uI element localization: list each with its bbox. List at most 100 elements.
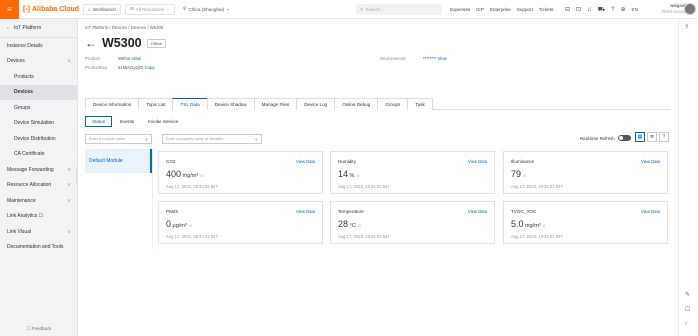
sidebar-item-groups[interactable]: Groups: [0, 100, 77, 116]
view-data-link[interactable]: View Data: [641, 209, 660, 214]
top-links: Expenses ICP Enterprise Support Tickets: [450, 0, 553, 19]
sidebar-item-products[interactable]: Products: [0, 69, 77, 85]
sidebar-item-instance-details[interactable]: Instance Details: [0, 38, 77, 54]
sidebar-item-label: Documentation and Tools: [7, 244, 64, 251]
sidebar-item-label: CA Certificate: [14, 151, 45, 158]
tab-online-debug[interactable]: Online Debug: [334, 98, 379, 110]
brand-logo[interactable]: [-] Alibaba Cloud: [23, 6, 83, 13]
sidebar-item-label: Products: [14, 73, 34, 80]
sidebar-item-link-analytics[interactable]: Link Analytics ☐: [0, 209, 77, 225]
avatar[interactable]: [684, 3, 696, 15]
edit-icon[interactable]: ✎: [685, 291, 690, 298]
alibaba-cloud-logo-icon: [-]: [23, 5, 30, 13]
help-circle-icon[interactable]: ?: [685, 25, 688, 31]
message-icon[interactable]: ⊡: [576, 6, 581, 13]
tab-manage-files[interactable]: Manage Files: [253, 98, 298, 110]
view-data-link[interactable]: View Data: [641, 159, 660, 164]
question-icon: ⊙: [542, 223, 546, 228]
tab-bar: Device Information Topic List TSL Data D…: [85, 98, 671, 110]
bell-icon[interactable]: ♫: [587, 7, 592, 13]
productkey-info: ProductKey a1MjKGyQiO Copy: [85, 65, 155, 70]
feedback-link[interactable]: ☐ Feedback: [0, 326, 78, 332]
region-select[interactable]: ⚲ China (Shanghai) ⌄: [179, 4, 234, 15]
icp-link[interactable]: ICP: [476, 7, 484, 12]
product-view-link[interactable]: View: [132, 56, 141, 61]
tab-device-log[interactable]: Device Log: [296, 98, 336, 110]
sidebar-item-device-distribution[interactable]: Device Distribution: [0, 131, 77, 147]
sidebar-item-devices-group[interactable]: Devices ∧: [0, 54, 77, 70]
search-icon: ⚲: [145, 137, 148, 142]
property-card-illuminance: Illuminance View Data 79 ⊙ Aug 17, 2023, …: [503, 151, 668, 194]
sidebar-item-label: Device Simulation: [14, 120, 55, 127]
tab-topic-list[interactable]: Topic List: [138, 98, 174, 110]
tab-device-shadow[interactable]: Device Shadow: [206, 98, 255, 110]
chevron-right-icon[interactable]: ›: [685, 321, 687, 327]
subtab-invoke-service[interactable]: Invoke Service: [142, 116, 184, 127]
tab-task[interactable]: Task: [407, 98, 433, 110]
sidebar-item-label: Resource Allocation: [7, 182, 52, 189]
terminal-icon[interactable]: ⊟: [565, 6, 570, 13]
chat-icon[interactable]: ☐: [685, 306, 690, 313]
view-data-link[interactable]: View Data: [468, 209, 487, 214]
sidebar-item-documentation-tools[interactable]: Documentation and Tools: [0, 240, 77, 256]
property-name: Humidity: [338, 159, 356, 164]
resource-group-select[interactable]: ⊞ All Resources ⌄: [124, 3, 175, 15]
global-search-input[interactable]: ⚲ Search...: [356, 4, 442, 15]
tab-device-information[interactable]: Device Information: [85, 98, 140, 110]
list-view-icon[interactable]: ≣: [647, 132, 657, 142]
view-data-link[interactable]: View Data: [296, 209, 315, 214]
grid-view-icon[interactable]: ▦: [635, 132, 645, 142]
property-timestamp: Aug 17, 2023, 19:34:02.847: [166, 184, 218, 189]
top-icons: ⊟ ⊡ ♫ ⛟ ? ⊕ EN: [565, 0, 638, 19]
sidebar-back-label: IoT Platform: [14, 25, 42, 31]
view-switch: ▦ ≣ ?: [635, 132, 669, 142]
product-value: W5hot: [118, 56, 131, 61]
sidebar-item-link-visual[interactable]: Link Visual ∨: [0, 224, 77, 240]
menu-icon[interactable]: ≡: [0, 0, 19, 19]
realtime-refresh-toggle[interactable]: [617, 135, 631, 141]
tab-tsl-data[interactable]: TSL Data: [172, 98, 208, 110]
devicesecret-view-link[interactable]: View: [438, 56, 447, 61]
support-link[interactable]: Support: [517, 7, 533, 12]
module-search-input[interactable]: Enter a module name ⚲: [85, 134, 152, 144]
view-data-link[interactable]: View Data: [468, 159, 487, 164]
globe-icon[interactable]: ⊕: [620, 6, 625, 13]
property-value: 79 ⊙: [511, 169, 526, 179]
module-item-default[interactable]: Default Module: [85, 149, 152, 173]
chevron-down-icon: ∨: [67, 197, 71, 204]
module-divider: [152, 149, 153, 249]
subtab-status[interactable]: Status: [85, 116, 113, 127]
breadcrumb[interactable]: IoT Platform / Devices / Devices / W5300: [85, 25, 163, 30]
subtab-events[interactable]: Events: [114, 116, 140, 127]
question-icon: ⊙: [356, 173, 360, 178]
productkey-copy-link[interactable]: Copy: [145, 65, 155, 70]
chevron-up-icon: ∧: [67, 58, 71, 65]
property-search-input[interactable]: Enter a property name or identifier ⚲: [162, 134, 262, 144]
region-label: China (Shanghai): [188, 6, 225, 12]
back-arrow-icon[interactable]: ←: [85, 36, 97, 50]
property-name: CO2: [166, 159, 176, 164]
sidebar: ← IoT Platform Instance Details Devices ∧ …: [0, 19, 78, 336]
cart-icon[interactable]: ⛟: [598, 6, 606, 14]
realtime-refresh: Real-time Refresh: [580, 135, 631, 141]
sidebar-item-message-forwarding[interactable]: Message Forwarding ∨: [0, 162, 77, 178]
sidebar-back-link[interactable]: ← IoT Platform: [0, 19, 77, 37]
property-card-tvoc-voc: TVOC_VOC View Data 5.0 mg/m³ ⊙ Aug 17, 20…: [503, 201, 668, 244]
search-placeholder: Search...: [365, 7, 384, 12]
devicesecret-info: DeviceSecret ******** View: [380, 56, 447, 61]
sidebar-item-maintenance[interactable]: Maintenance ∨: [0, 193, 77, 209]
language-label[interactable]: EN: [632, 7, 638, 12]
view-data-link[interactable]: View Data: [296, 159, 315, 164]
tickets-link[interactable]: Tickets: [539, 7, 553, 12]
question-icon: ⊙: [188, 223, 193, 228]
help-icon[interactable]: ?: [611, 7, 614, 13]
sidebar-item-devices[interactable]: Devices: [0, 84, 77, 100]
sidebar-item-ca-certificate[interactable]: CA Certificate: [0, 147, 77, 163]
expenses-link[interactable]: Expenses: [450, 7, 470, 12]
enterprise-link[interactable]: Enterprise: [490, 7, 511, 12]
help-icon[interactable]: ?: [659, 132, 669, 142]
tab-groups[interactable]: Groups: [377, 98, 409, 110]
workbench-button[interactable]: ⌂ Workbench: [83, 3, 121, 15]
sidebar-item-device-simulation[interactable]: Device Simulation: [0, 116, 77, 132]
sidebar-item-resource-allocation[interactable]: Resource Allocation ∨: [0, 178, 77, 194]
